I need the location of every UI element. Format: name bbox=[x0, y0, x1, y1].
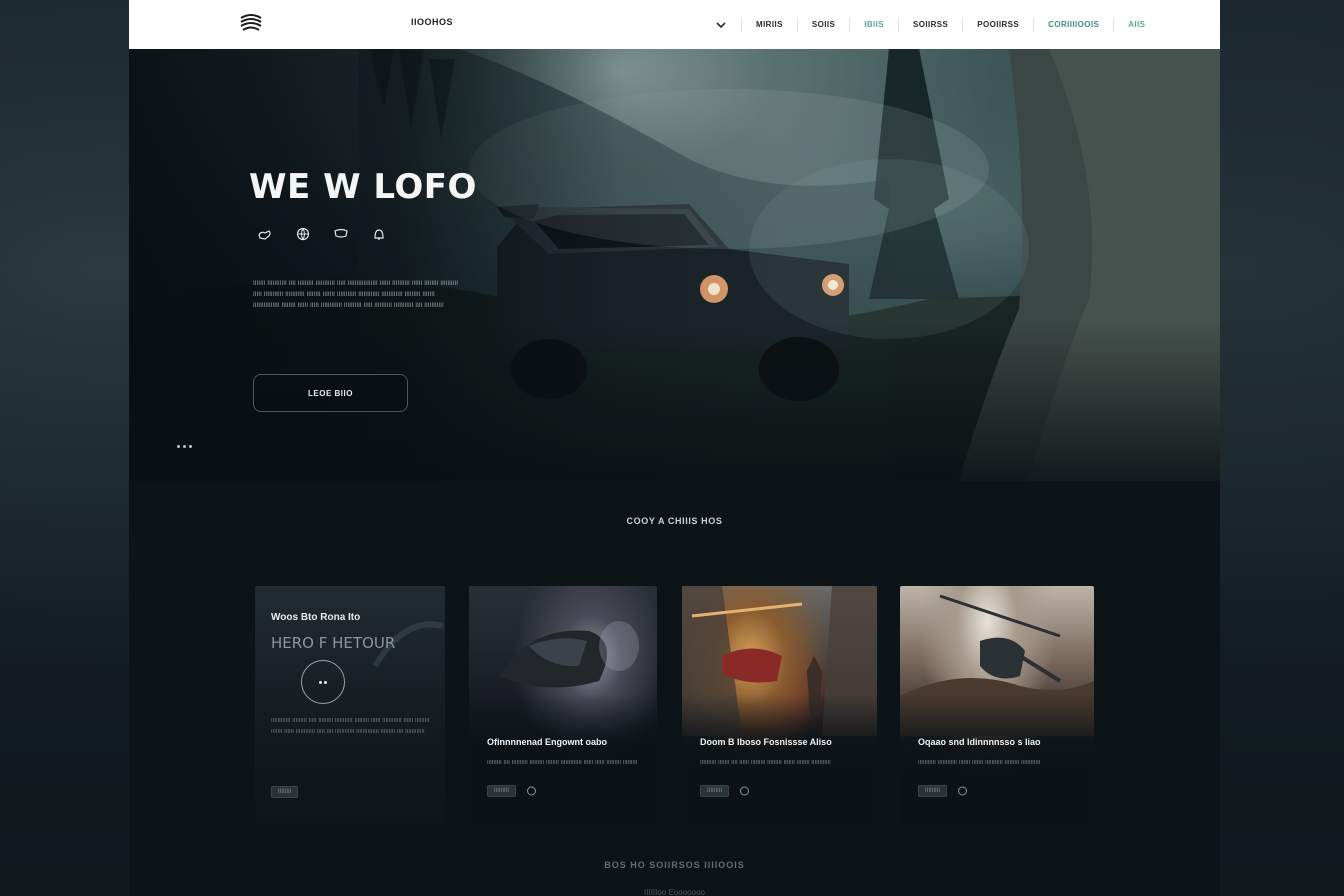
card-description: IIIIIIIIII IIIIIII IIII IIIIII IIIIIIIII… bbox=[700, 760, 831, 766]
chevron-down-icon[interactable] bbox=[715, 20, 727, 30]
hero-section: WE W LOFO IIIIIII IIIIIIIIIII IIII IIIII… bbox=[129, 49, 1220, 481]
card-title: Oqaao snd Idinnnnsso s Iiao bbox=[918, 737, 1041, 747]
website-page: IIOOHOS MIRIIS SOIIS IBIIS SOIIRSS POOII… bbox=[129, 0, 1220, 896]
card-subtitle: Woos Bto Rona Ito bbox=[271, 612, 361, 623]
card-title: Ofinnnnenad Engownt oabo bbox=[487, 737, 607, 747]
play-dot bbox=[324, 680, 327, 684]
article-card[interactable]: Ofinnnnenad Engownt oabo IIIIIIIII IIII … bbox=[469, 586, 657, 824]
nav-link-1[interactable]: MIRIIS bbox=[741, 17, 797, 32]
globe-icon[interactable] bbox=[739, 786, 750, 796]
carousel-dot[interactable] bbox=[177, 445, 180, 448]
card-grid: Woos Bto Rona Ito HERO F HETOUR IIIIIIII… bbox=[255, 586, 1095, 824]
hand-icon[interactable] bbox=[257, 227, 273, 241]
nav-links: MIRIIS SOIIS IBIIS SOIIRSS POOIIRSS CORI… bbox=[715, 0, 1159, 49]
nav-link-2[interactable]: SOIIS bbox=[796, 17, 849, 32]
hero-title: WE W LOFO bbox=[249, 167, 477, 207]
card-tag[interactable]: IIIIIIIII bbox=[918, 785, 948, 797]
article-card[interactable]: Doom B Iboso Fosnissse Aliso IIIIIIIIII … bbox=[682, 586, 877, 824]
bell-icon[interactable] bbox=[371, 227, 387, 241]
card-tag[interactable]: IIIIIIIII bbox=[487, 785, 517, 797]
hero-icon-row bbox=[257, 227, 387, 241]
play-button[interactable] bbox=[301, 660, 345, 704]
chat-icon[interactable] bbox=[333, 227, 349, 241]
carousel-dot[interactable] bbox=[189, 445, 192, 448]
hero-cta-button[interactable]: LEOE BIIO bbox=[253, 374, 408, 412]
hero-paragraph: IIIIIII IIIIIIIIIII IIII IIIIIIIII IIIII… bbox=[253, 280, 459, 309]
nav-link-6[interactable]: CORIIIIOOIS bbox=[1033, 17, 1113, 32]
carousel-dot[interactable] bbox=[183, 445, 186, 448]
globe-icon[interactable] bbox=[526, 786, 537, 796]
card-description: IIIIIIIII IIII IIIIIIIIII IIIIIIIII IIII… bbox=[487, 760, 638, 766]
card-heading: HERO F HETOUR bbox=[271, 634, 396, 652]
top-navbar: IIOOHOS MIRIIS SOIIS IBIIS SOIIRSS POOII… bbox=[129, 0, 1220, 49]
card-tag[interactable]: IIIIIIII bbox=[271, 786, 299, 798]
nav-link-4[interactable]: SOIIRSS bbox=[897, 17, 962, 32]
nav-brand[interactable]: IIOOHOS bbox=[411, 17, 453, 27]
card-meta: IIIIIIIII bbox=[700, 785, 750, 797]
nav-link-3[interactable]: IBIIS bbox=[849, 17, 898, 32]
globe-icon[interactable] bbox=[957, 786, 968, 796]
nav-link-5[interactable]: POOIIRSS bbox=[962, 17, 1033, 32]
play-dot bbox=[319, 680, 322, 684]
card-description: IIIIIIIIIII IIIIIIIIIIII IIIIIII IIIIIII… bbox=[918, 760, 1041, 766]
globe-icon[interactable] bbox=[295, 227, 311, 241]
card-tag[interactable]: IIIIIIIII bbox=[700, 785, 730, 797]
logo-icon[interactable] bbox=[239, 12, 263, 34]
card-text: IIIIIIIIIIII IIIIIIIII IIIII IIIIIIIII I… bbox=[271, 718, 430, 735]
card-title: Doom B Iboso Fosnissse Aliso bbox=[700, 737, 832, 747]
card-meta: IIIIIIIII bbox=[918, 785, 968, 797]
bottom-section-title: BOS HO SOIIRSOS IIIIOOIS bbox=[604, 860, 745, 870]
card-meta: IIIIIIIII bbox=[487, 785, 537, 797]
carousel-dots[interactable] bbox=[177, 445, 192, 448]
bottom-section-subtitle: IIIIIIoo Eooooooo bbox=[644, 888, 705, 896]
nav-link-7[interactable]: AIIS bbox=[1113, 17, 1159, 32]
article-card[interactable]: Oqaao snd Idinnnnsso s Iiao IIIIIIIIIII … bbox=[900, 586, 1094, 824]
section-title: COOY A CHIIIS HOS bbox=[626, 516, 723, 526]
feature-card[interactable]: Woos Bto Rona Ito HERO F HETOUR IIIIIIII… bbox=[255, 586, 445, 824]
